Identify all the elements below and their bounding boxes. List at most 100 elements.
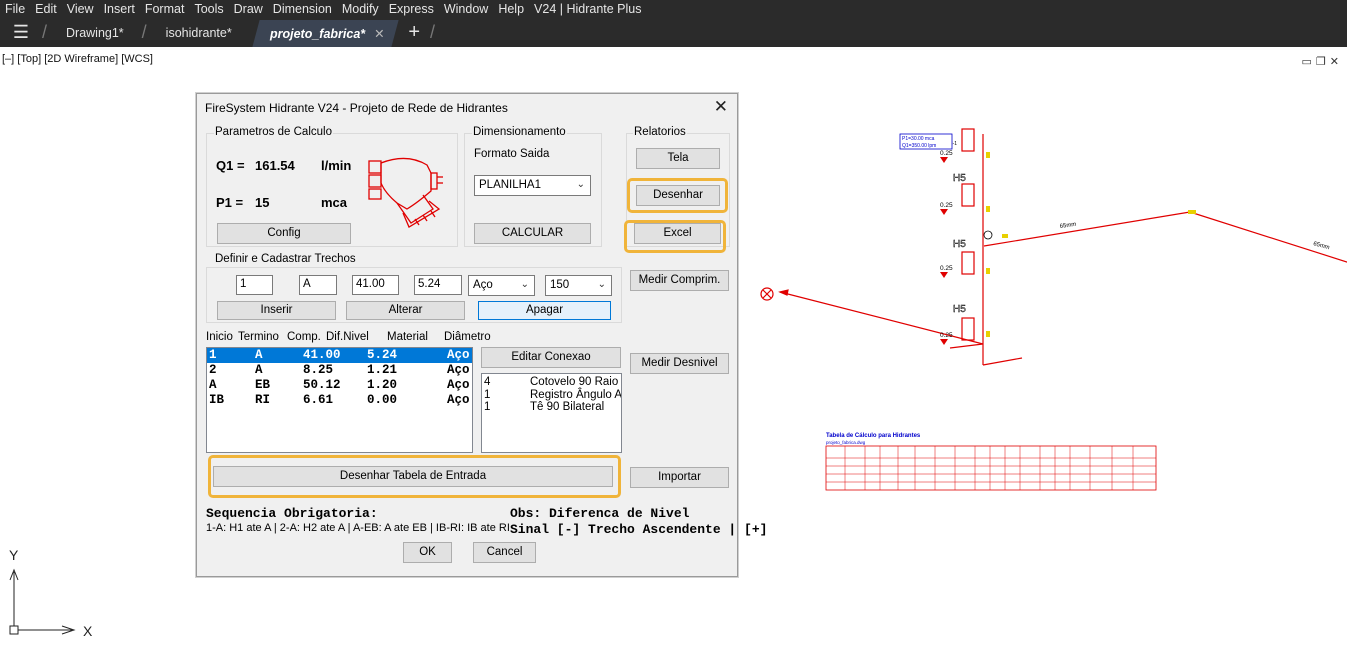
viewport-window-controls[interactable]: ▭❐✕ <box>1302 55 1344 68</box>
inicio-input[interactable]: 1 <box>236 275 273 295</box>
tela-button[interactable]: Tela <box>636 148 720 169</box>
tab-label: projeto_fabrica* <box>269 27 365 41</box>
alterar-button[interactable]: Alterar <box>346 301 465 320</box>
table-row[interactable]: A EB 50.12 1.20 Aço <box>207 378 472 393</box>
ucs-x-label: X <box>83 623 93 639</box>
inserir-button[interactable]: Inserir <box>217 301 336 320</box>
cancel-button[interactable]: Cancel <box>473 542 536 563</box>
header-diametro: Diâmetro <box>444 331 491 343</box>
menu-dimension[interactable]: Dimension <box>268 0 337 18</box>
main-pipe <box>983 211 1191 247</box>
material-value: Aço <box>473 279 493 291</box>
pipe-diameter-label: 65mm <box>1059 222 1076 230</box>
importar-button[interactable]: Importar <box>630 467 729 488</box>
q1-label: Q1 = <box>216 158 245 173</box>
q1-unit: l/min <box>321 158 352 173</box>
tab-projeto-fabrica[interactable]: projeto_fabrica* ✕ <box>252 20 398 47</box>
diametro-select[interactable]: 150 ⌄ <box>545 275 612 296</box>
editar-conexao-button[interactable]: Editar Conexao <box>481 347 621 368</box>
material-select[interactable]: Aço ⌄ <box>468 275 535 296</box>
trechos-list[interactable]: 1 A 41.00 5.24 Aço 2 A 8.25 1.21 Aço A EB 50.12 1.2… <box>206 347 473 453</box>
table-row[interactable]: 2 A 8.25 1.21 Aço <box>207 363 472 378</box>
calcular-button[interactable]: CALCULAR <box>474 223 591 244</box>
tab-separator: / <box>42 22 48 42</box>
formato-saida-value: PLANILHA1 <box>479 179 542 191</box>
menu-insert[interactable]: Insert <box>99 0 140 18</box>
list-item[interactable]: 1 Tê 90 Bilateral <box>482 401 621 414</box>
pipe-diameter-label: 65mm <box>1312 241 1330 251</box>
add-tab-icon[interactable]: + <box>398 18 430 47</box>
menu-format[interactable]: Format <box>140 0 190 18</box>
ok-button[interactable]: OK <box>403 542 452 563</box>
close-icon[interactable]: ✕ <box>1330 56 1343 68</box>
conexoes-list[interactable]: 4 Cotovelo 90 Raio C 1 Registro Ângulo Ab … <box>481 373 622 453</box>
table-row[interactable]: 1 A 41.00 5.24 Aço <box>207 348 472 363</box>
close-icon[interactable]: ✕ <box>714 97 728 117</box>
menu-window[interactable]: Window <box>439 0 493 18</box>
hydrant-box <box>961 251 975 275</box>
medir-desnivel-button[interactable]: Medir Desnivel <box>630 353 729 374</box>
menu-express[interactable]: Express <box>384 0 439 18</box>
menu-tools[interactable]: Tools <box>189 0 228 18</box>
apagar-button[interactable]: Apagar <box>478 301 611 320</box>
sequencia-title: Sequencia Obrigatoria: <box>206 506 378 521</box>
menu-draw[interactable]: Draw <box>229 0 268 18</box>
hidrante-dialog: FireSystem Hidrante V24 - Projeto de Red… <box>196 93 767 577</box>
header-material: Material <box>387 331 428 343</box>
header-inicio: Inicio <box>206 331 233 343</box>
menu-edit[interactable]: Edit <box>30 0 62 18</box>
menu-v24-hidrante-plus[interactable]: V24 | Hidrante Plus <box>529 0 646 18</box>
pressure-label: 0.25 <box>940 150 953 157</box>
formato-saida-select[interactable]: PLANILHA1 ⌄ <box>474 175 591 196</box>
header-termino: Termino <box>238 331 279 343</box>
q1-value: 161.54 <box>255 158 295 173</box>
close-tab-icon[interactable]: ✕ <box>374 27 384 41</box>
calc-table-drawing: Tabela de Cálculo para Hidrantes projeto… <box>825 433 1157 491</box>
menu-help[interactable]: Help <box>493 0 529 18</box>
ucs-y-label: Y <box>9 547 19 563</box>
tab-isohidrante[interactable]: isohidrante* <box>152 18 250 47</box>
config-button[interactable]: Config <box>217 223 351 244</box>
viewport-controls-label[interactable]: [–] [Top] [2D Wireframe] [WCS] <box>2 53 153 65</box>
termino-input[interactable]: A <box>299 275 337 295</box>
pipe-bottom <box>982 357 1023 366</box>
list-item[interactable]: 4 Cotovelo 90 Raio C <box>482 376 621 389</box>
table-row[interactable]: IB RI 6.61 0.00 Aço <box>207 393 472 408</box>
hydrant-label: H5 <box>953 173 966 184</box>
highlight-excel <box>624 220 726 253</box>
menu-bar: File Edit View Insert Format Tools Draw Dimensi… <box>0 0 1347 18</box>
chevron-down-icon: ⌄ <box>576 179 585 190</box>
info-box-line: P1=30.00 mca <box>902 136 935 142</box>
tab-drawing1[interactable]: Drawing1* <box>52 18 142 47</box>
hamburger-menu-icon[interactable]: ☰ <box>0 18 42 47</box>
menu-file[interactable]: File <box>0 0 30 18</box>
hydrant-box <box>961 128 975 152</box>
tab-separator: / <box>141 22 147 42</box>
menu-view[interactable]: View <box>62 0 99 18</box>
highlight-desenhar-tabela <box>208 455 621 498</box>
pressure-label: 0.25 <box>940 202 953 209</box>
tab-separator: / <box>430 22 436 42</box>
ucs-icon: Y X <box>9 547 93 639</box>
hydrant-box <box>961 183 975 207</box>
comp-input[interactable]: 41.00 <box>352 275 399 295</box>
medir-comprim-button[interactable]: Medir Comprim. <box>630 270 729 291</box>
info-box-line: Q1=350.00 lpm <box>902 143 936 149</box>
cad-drawing: 0.25 0.25 0.25 0.25 H5 H5 H5 H-1 P1=30.0… <box>760 128 1347 491</box>
list-item[interactable]: 1 Registro Ângulo Ab <box>482 389 621 402</box>
menu-modify[interactable]: Modify <box>337 0 384 18</box>
minimize-icon[interactable]: ▭ <box>1302 56 1316 68</box>
p1-value: 15 <box>255 195 270 210</box>
main-pipe <box>1189 211 1347 263</box>
svg-text:projeto_fabrica.dwg: projeto_fabrica.dwg <box>826 440 866 445</box>
dimensionamento-label: Dimensionamento <box>472 126 567 138</box>
dif-nivel-input[interactable]: 5.24 <box>414 275 462 295</box>
restore-icon[interactable]: ❐ <box>1316 56 1330 68</box>
sequencia-text: 1-A: H1 ate A | 2-A: H2 ate A | A-EB: A … <box>206 522 510 534</box>
trechos-label: Definir e Cadastrar Trechos <box>214 253 357 265</box>
hydrant-label: H5 <box>953 239 966 250</box>
parametros-label: Parametros de Calculo <box>214 126 333 138</box>
chevron-down-icon: ⌄ <box>520 279 529 290</box>
pressure-label: 0.25 <box>940 332 953 339</box>
svg-text:Tabela de Cálculo para Hidrant: Tabela de Cálculo para Hidrantes <box>826 433 921 439</box>
